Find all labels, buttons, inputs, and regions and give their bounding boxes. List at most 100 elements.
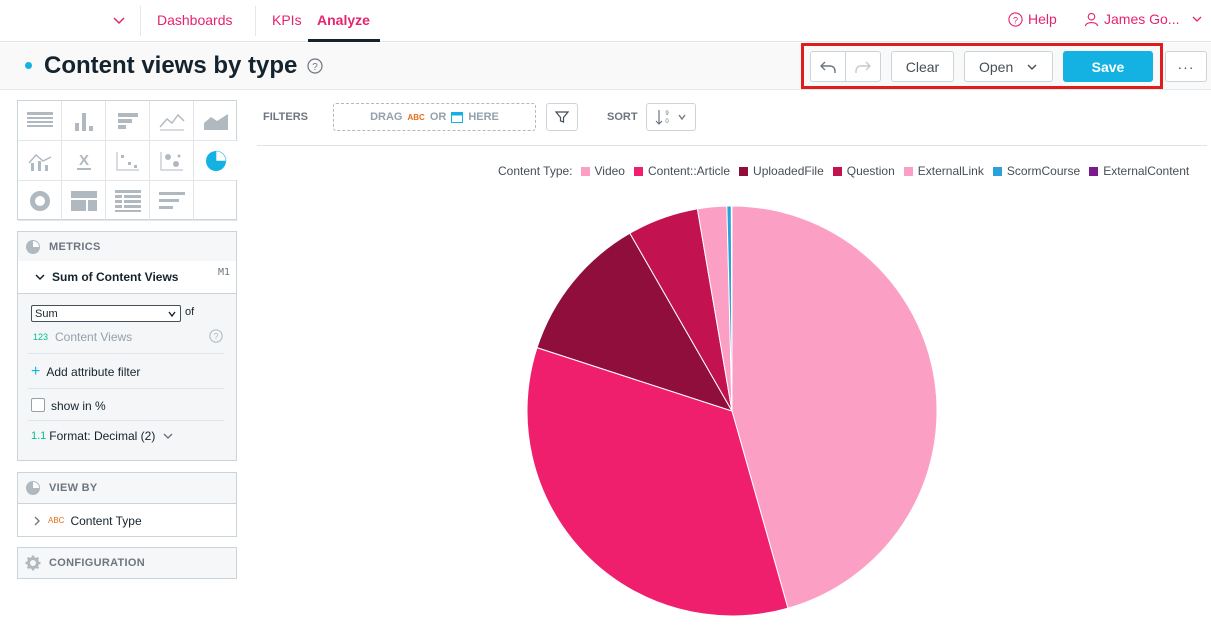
svg-text:?: ? xyxy=(312,62,318,73)
donut-chart-icon[interactable] xyxy=(18,181,62,221)
divider xyxy=(28,420,224,421)
view-by-section: VIEW BY ABC Content Type xyxy=(17,472,237,537)
pie-slice-question[interactable] xyxy=(629,208,733,412)
pie-slice-content-article[interactable] xyxy=(526,347,789,617)
filter-icon xyxy=(555,111,569,123)
legend-item[interactable]: ScormCourse xyxy=(992,164,1081,178)
legend-label: Content::Article xyxy=(647,164,731,178)
legend-item[interactable]: Video xyxy=(580,164,625,178)
metric-item: Sum of Content Views M1 Sum of 123 Conte… xyxy=(17,261,237,461)
aggregation-value: Sum xyxy=(35,307,58,320)
legend-swatch xyxy=(633,166,643,176)
user-name: James Go... xyxy=(1104,11,1180,27)
line-chart-icon[interactable] xyxy=(150,101,194,141)
help-link[interactable]: ? Help xyxy=(1008,11,1057,27)
chevron-right-icon xyxy=(34,516,40,525)
nav-analyze-link[interactable]: Analyze xyxy=(308,12,380,42)
pie-slice-video[interactable] xyxy=(731,205,938,609)
sort-button[interactable]: 90 xyxy=(646,103,696,131)
legend-item[interactable]: Content::Article xyxy=(633,164,731,178)
legend-item[interactable]: ExternalLink xyxy=(903,164,984,178)
legend-swatch xyxy=(992,166,1002,176)
filter-drop-zone[interactable]: DRAG ABC OR HERE xyxy=(333,103,536,131)
metrics-section: METRICS xyxy=(17,231,237,262)
configuration-section[interactable]: CONFIGURATION xyxy=(17,547,237,579)
legend-swatch xyxy=(832,166,842,176)
column-chart-icon[interactable] xyxy=(62,101,106,141)
table-viz-icon[interactable] xyxy=(18,101,62,141)
format-dropdown[interactable]: 1.1 Format: Decimal (2) xyxy=(31,429,174,443)
legend-label: ExternalContent xyxy=(1103,164,1190,178)
help-icon[interactable]: ? xyxy=(209,329,223,343)
bubble-chart-icon[interactable] xyxy=(150,141,194,181)
pie-slice-externalcontent[interactable] xyxy=(730,205,733,412)
measure-name: Content Views xyxy=(55,330,133,344)
view-by-item-label: Content Type xyxy=(70,513,142,528)
filter-button[interactable] xyxy=(546,103,578,131)
svg-text:?: ? xyxy=(214,332,219,342)
metric-item-header[interactable]: Sum of Content Views M1 xyxy=(18,261,236,294)
format-label: Format: Decimal (2) xyxy=(49,429,156,443)
configuration-header: CONFIGURATION xyxy=(18,548,236,578)
combo-chart-icon[interactable] xyxy=(18,141,62,181)
chevron-down-icon xyxy=(35,274,45,281)
metric-id: M1 xyxy=(217,267,230,278)
svg-text:X: X xyxy=(78,152,88,169)
show-percent-label: show in % xyxy=(51,399,106,413)
unsaved-indicator xyxy=(25,62,32,69)
numeric-type-prefix: 123 xyxy=(33,332,49,342)
configuration-header-label: CONFIGURATION xyxy=(49,557,145,569)
nav-kpis-link[interactable]: KPIs xyxy=(272,12,302,28)
bullet-chart-icon[interactable] xyxy=(150,181,194,221)
page-title[interactable]: Content views by type xyxy=(44,52,297,80)
legend-title: Content Type: xyxy=(498,164,573,178)
legend-item[interactable]: Question xyxy=(832,164,895,178)
scatter-plot-icon[interactable] xyxy=(106,141,150,181)
headline-icon[interactable]: X xyxy=(62,141,106,181)
add-attribute-filter-button[interactable]: + Add attribute filter xyxy=(31,363,140,381)
legend-item[interactable]: UploadedFile xyxy=(739,164,824,178)
calendar-icon xyxy=(451,112,464,123)
more-options-button[interactable]: ··· xyxy=(1165,51,1207,82)
legend-swatch xyxy=(1089,166,1099,176)
help-icon[interactable]: ? xyxy=(307,58,323,74)
aggregation-select[interactable]: Sum xyxy=(31,305,181,322)
view-by-header: VIEW BY xyxy=(18,473,236,503)
legend-swatch xyxy=(580,166,590,176)
plus-icon: + xyxy=(31,363,41,380)
legend-swatch xyxy=(903,166,913,176)
pie-slice-externallink[interactable] xyxy=(696,205,733,412)
user-menu[interactable]: James Go... xyxy=(1084,11,1204,27)
show-percent-checkbox[interactable] xyxy=(31,398,45,412)
gear-icon xyxy=(25,555,41,571)
of-label: of xyxy=(185,306,195,318)
legend-label: UploadedFile xyxy=(753,164,824,178)
bar-chart-icon[interactable] xyxy=(106,101,150,141)
chart-area-divider xyxy=(257,145,1207,146)
view-by-header-label: VIEW BY xyxy=(49,482,98,494)
legend-label: ScormCourse xyxy=(1006,164,1081,178)
nav-divider xyxy=(255,6,256,36)
metrics-header-label: METRICS xyxy=(49,241,101,253)
view-by-item[interactable]: ABC Content Type xyxy=(18,503,236,537)
nav-divider xyxy=(140,6,141,36)
metric-title: Sum of Content Views xyxy=(52,270,179,284)
here-label: HERE xyxy=(468,111,499,123)
filters-label: FILTERS xyxy=(263,111,309,123)
heatmap-icon[interactable] xyxy=(106,181,150,221)
visualization-type-picker: X xyxy=(17,100,238,221)
metrics-header: METRICS xyxy=(18,232,236,262)
nav-dashboards-link[interactable]: Dashboards xyxy=(157,12,233,28)
sort-icon: 90 xyxy=(655,110,669,125)
pie-chart-icon[interactable] xyxy=(194,141,238,181)
legend-item[interactable]: ExternalContent xyxy=(1089,164,1189,178)
help-label: Help xyxy=(1028,11,1057,27)
attribute-type-prefix: ABC xyxy=(48,516,65,525)
treemap-icon[interactable] xyxy=(62,181,106,221)
area-chart-icon[interactable] xyxy=(194,101,238,141)
chevron-down-icon[interactable] xyxy=(110,12,128,30)
pie-slice-uploadedfile[interactable] xyxy=(536,232,734,412)
pie-slice-scormcourse[interactable] xyxy=(726,205,733,412)
empty-viz-cell xyxy=(194,181,238,221)
legend-label: Video xyxy=(594,164,625,178)
